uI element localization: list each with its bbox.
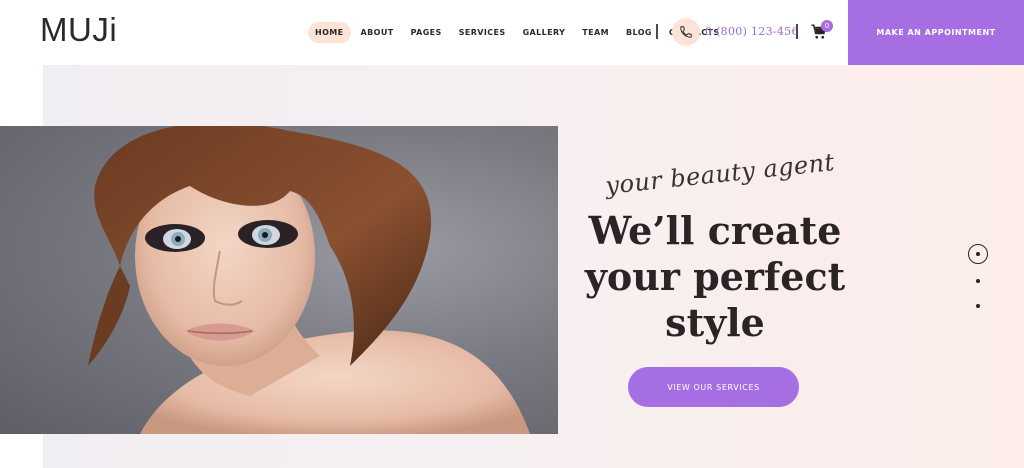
nav-item-services[interactable]: SERVICES [452, 22, 513, 43]
nav-item-pages[interactable]: PAGES [404, 22, 449, 43]
portrait-illustration [88, 126, 530, 434]
slider-pagination [968, 244, 990, 314]
make-appointment-button[interactable]: MAKE AN APPOINTMENT [848, 0, 1024, 65]
slider-dot-2[interactable] [976, 279, 980, 283]
hero-headline-line-2: your perfect [584, 254, 846, 299]
nav-item-home[interactable]: HOME [308, 22, 351, 43]
slider-dot-active[interactable] [968, 244, 988, 264]
page: MUJi HOME ABOUT PAGES SERVICES GALLERY T… [0, 0, 1024, 468]
nav-item-blog[interactable]: BLOG [619, 22, 659, 43]
hero-headline: We’ll create your perfect style [570, 208, 860, 346]
nav-item-about[interactable]: ABOUT [354, 22, 401, 43]
phone-icon-graphic [680, 26, 692, 38]
cart-count-badge: 0 [821, 20, 833, 32]
nav-divider [656, 24, 658, 39]
hero-headline-line-3: style [665, 300, 765, 345]
slider-dot-inner [976, 252, 980, 256]
slider-dot-3[interactable] [976, 304, 980, 308]
main-nav: HOME ABOUT PAGES SERVICES GALLERY TEAM B… [308, 22, 727, 43]
logo-text: MUJi [40, 11, 118, 48]
hero-portrait-image [0, 126, 558, 434]
site-header: MUJi HOME ABOUT PAGES SERVICES GALLERY T… [0, 0, 1024, 65]
view-services-button[interactable]: VIEW OUR SERVICES [628, 367, 799, 407]
header-divider [796, 24, 798, 39]
hero-headline-line-1: We’ll create [588, 208, 842, 253]
logo[interactable]: MUJi [40, 12, 117, 48]
phone-number[interactable]: 0 (800) 123-456 [705, 25, 799, 38]
nav-item-gallery[interactable]: GALLERY [516, 22, 573, 43]
nav-item-team[interactable]: TEAM [575, 22, 616, 43]
phone-icon[interactable] [672, 18, 700, 46]
